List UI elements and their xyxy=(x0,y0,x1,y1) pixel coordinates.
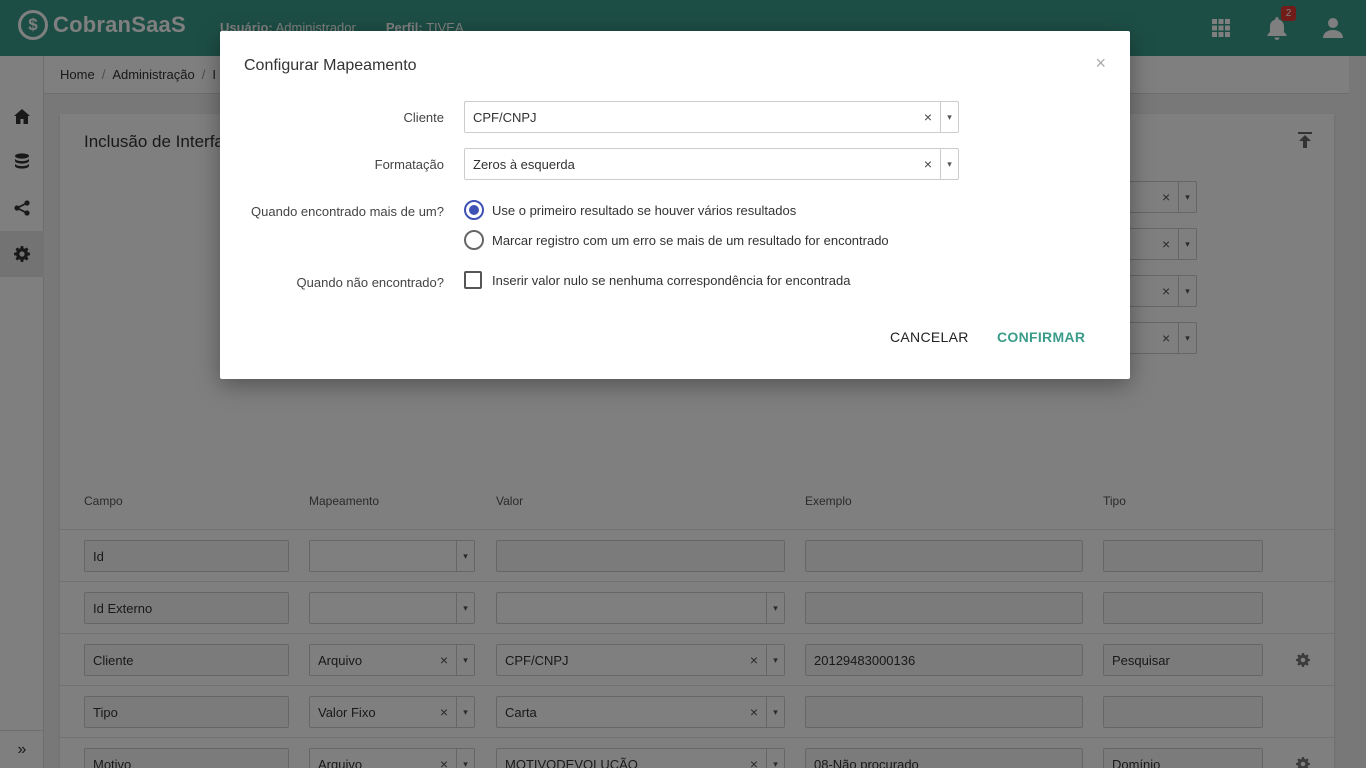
radio-option-first[interactable]: Use o primeiro resultado se houver vário… xyxy=(464,200,796,220)
clear-icon[interactable]: × xyxy=(924,156,932,172)
not-found-label: Quando não encontrado? xyxy=(296,275,444,290)
null-value-checkbox[interactable] xyxy=(464,271,482,289)
chevron-down-icon[interactable]: ▾ xyxy=(940,102,958,132)
radio-button-unchecked[interactable] xyxy=(464,230,484,250)
radio-option-error[interactable]: Marcar registro com um erro se mais de u… xyxy=(464,230,889,250)
confirm-button[interactable]: CONFIRMAR xyxy=(997,329,1085,345)
configurar-mapeamento-dialog: Configurar Mapeamento × Cliente CPF/CNPJ… xyxy=(220,31,1130,379)
formatacao-select[interactable]: Zeros à esquerda × ▾ xyxy=(464,148,959,180)
dialog-title: Configurar Mapeamento xyxy=(244,57,417,74)
cancel-button[interactable]: CANCELAR xyxy=(890,329,969,345)
not-found-option[interactable]: Inserir valor nulo se nenhuma correspond… xyxy=(464,271,850,289)
cliente-select[interactable]: CPF/CNPJ × ▾ xyxy=(464,101,959,133)
clear-icon[interactable]: × xyxy=(924,109,932,125)
close-icon[interactable]: × xyxy=(1095,53,1106,74)
not-found-option-label: Inserir valor nulo se nenhuma correspond… xyxy=(492,272,851,288)
chevron-down-icon[interactable]: ▾ xyxy=(940,149,958,179)
radio-option-error-label: Marcar registro com um erro se mais de u… xyxy=(492,232,889,248)
radio-option-first-label: Use o primeiro resultado se houver vário… xyxy=(492,202,797,218)
formatacao-label: Formatação xyxy=(374,157,444,172)
cliente-label: Cliente xyxy=(403,110,444,125)
formatacao-value: Zeros à esquerda xyxy=(473,157,575,172)
multiple-results-label: Quando encontrado mais de um? xyxy=(251,204,444,219)
radio-button-checked[interactable] xyxy=(464,200,484,220)
cliente-value: CPF/CNPJ xyxy=(473,110,537,125)
